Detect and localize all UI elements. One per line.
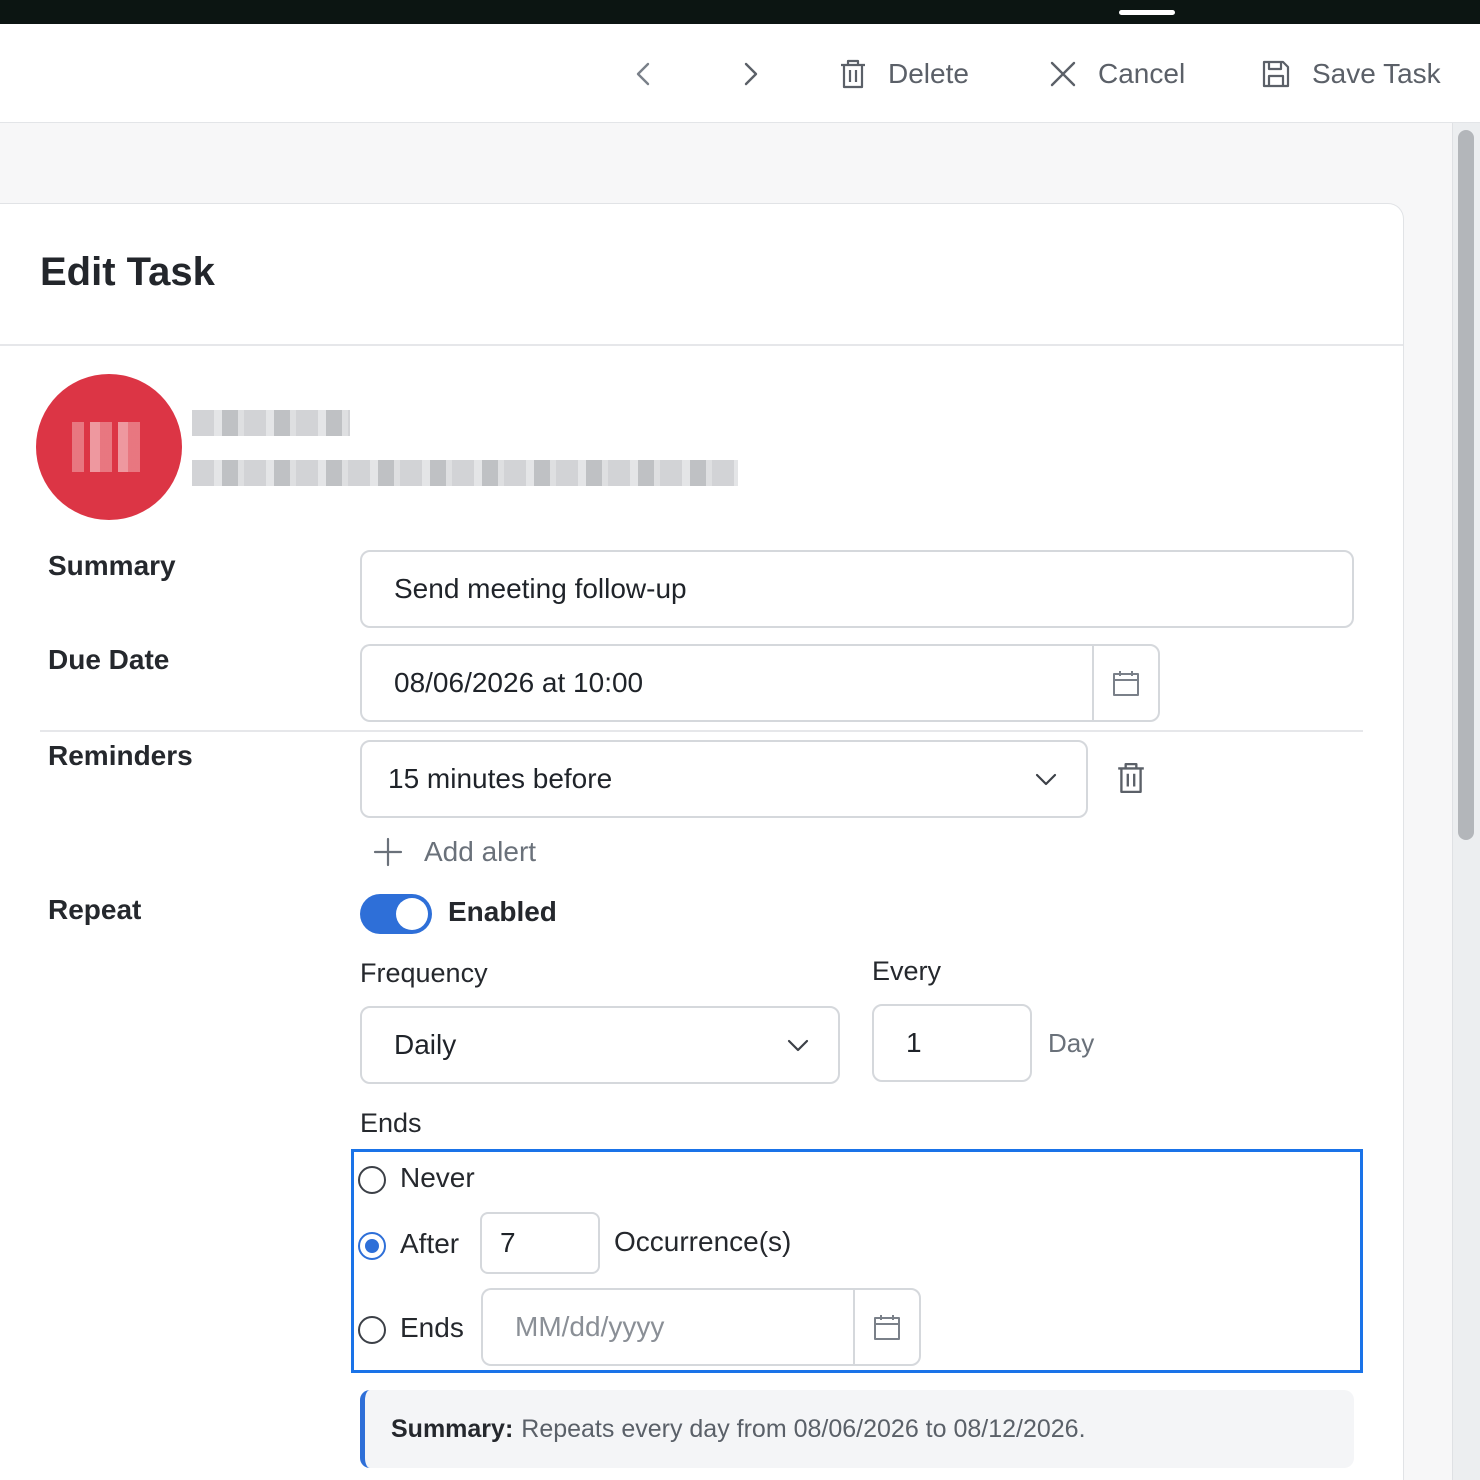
close-icon — [1050, 61, 1076, 86]
avatar — [36, 374, 182, 520]
ends-after-radio[interactable] — [358, 1232, 386, 1260]
repeat-toggle-label: Enabled — [448, 896, 557, 927]
occurrences-value: 7 — [500, 1227, 516, 1258]
summary-note-prefix: Summary: — [391, 1414, 514, 1443]
occurrences-input[interactable]: 7 — [480, 1212, 600, 1274]
reminders-label: Reminders — [48, 740, 193, 771]
occurrences-unit: Occurrence(s) — [614, 1226, 792, 1257]
summary-label: Summary — [48, 550, 176, 581]
summary-value: Send meeting follow-up — [394, 573, 687, 604]
home-indicator — [1119, 10, 1175, 15]
ends-on-date-radio[interactable] — [358, 1316, 386, 1344]
user-email-redacted — [192, 460, 738, 486]
cancel-button[interactable]: Cancel — [1048, 24, 1185, 123]
trash-icon — [1118, 762, 1144, 794]
trash-icon — [841, 59, 865, 88]
end-date-input[interactable]: MM/dd/yyyy — [481, 1288, 857, 1366]
end-date-placeholder: MM/dd/yyyy — [515, 1311, 665, 1342]
ends-never-label: Never — [400, 1162, 475, 1193]
scrollbar-thumb[interactable] — [1458, 130, 1474, 840]
repeat-summary-note: Summary: Repeats every day from 08/06/20… — [360, 1390, 1354, 1468]
chevron-down-icon — [787, 1039, 809, 1052]
calendar-icon — [874, 1315, 900, 1340]
due-date-input[interactable]: 08/06/2026 at 10:00 — [360, 644, 1096, 722]
ends-after-label: After — [400, 1228, 460, 1259]
every-label: Every — [872, 956, 942, 986]
save-task-label: Save Task — [1312, 57, 1441, 89]
ends-on-date-label: Ends — [400, 1312, 464, 1343]
reminder-select[interactable]: 15 minutes before — [360, 740, 1088, 818]
add-alert-button[interactable]: Add alert — [372, 836, 536, 868]
due-date-value: 08/06/2026 at 10:00 — [394, 667, 644, 698]
due-date-picker-button[interactable] — [1092, 644, 1160, 722]
repeat-label: Repeat — [48, 894, 142, 925]
calendar-icon — [1113, 671, 1139, 696]
every-input[interactable]: 1 — [872, 1004, 1032, 1082]
previous-button[interactable] — [630, 24, 658, 123]
ends-label: Ends — [360, 1108, 422, 1138]
chevron-right-icon — [744, 62, 758, 85]
user-name-redacted — [192, 410, 350, 436]
repeat-toggle[interactable] — [360, 894, 432, 934]
save-task-button[interactable]: Save Task — [1260, 24, 1441, 123]
next-button[interactable] — [736, 24, 764, 123]
frequency-value: Daily — [394, 1029, 457, 1060]
delete-reminder-button[interactable] — [1115, 760, 1147, 796]
every-value: 1 — [906, 1027, 922, 1058]
chevron-left-icon — [636, 62, 650, 85]
ends-never-radio[interactable] — [358, 1166, 386, 1194]
frequency-select[interactable]: Daily — [360, 1006, 840, 1084]
frequency-label: Frequency — [360, 958, 488, 988]
plus-icon — [373, 837, 403, 867]
reminder-value: 15 minutes before — [388, 763, 613, 794]
cancel-label: Cancel — [1098, 57, 1186, 89]
page-title: Edit Task — [40, 250, 215, 294]
end-date-picker-button[interactable] — [853, 1288, 921, 1366]
chevron-down-icon — [1035, 773, 1057, 786]
divider — [40, 730, 1363, 732]
toolbar: Delete Cancel Save Task — [0, 24, 1480, 123]
add-alert-label: Add alert — [424, 836, 537, 867]
summary-note-text: Repeats every day from 08/06/2026 to 08/… — [521, 1414, 1086, 1443]
system-status-bar — [0, 0, 1480, 24]
save-icon — [1262, 60, 1290, 87]
delete-label: Delete — [888, 57, 969, 89]
summary-input[interactable]: Send meeting follow-up — [360, 550, 1354, 628]
divider — [0, 344, 1403, 346]
due-date-label: Due Date — [48, 644, 170, 675]
every-unit: Day — [1048, 1028, 1095, 1058]
delete-button[interactable]: Delete — [838, 24, 969, 123]
toggle-knob — [396, 898, 428, 930]
